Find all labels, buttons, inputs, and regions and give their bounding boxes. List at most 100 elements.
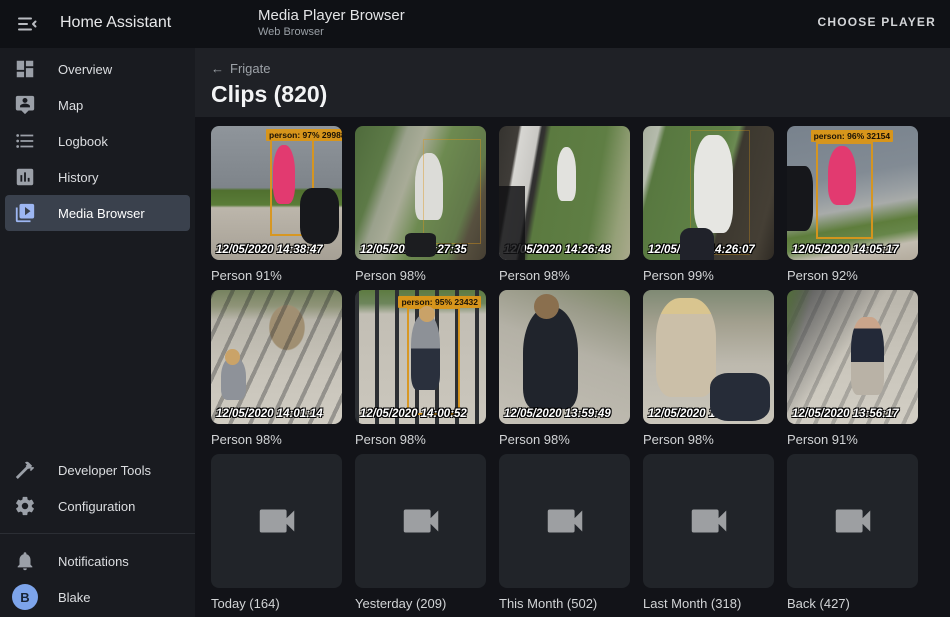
clip-cell[interactable]: person: 96% 32154 12/05/2020 14:05:17 Pe… bbox=[787, 126, 918, 283]
content-header: ← Frigate Clips (820) bbox=[195, 48, 950, 117]
view-dashboard-icon bbox=[14, 58, 36, 80]
folder-cell[interactable]: Last Month (318) bbox=[643, 454, 774, 611]
chart-box-icon bbox=[14, 166, 36, 188]
clip-cell[interactable]: 12/05/2020 13:59:49 Person 98% bbox=[499, 290, 630, 447]
sidebar-toggle-icon[interactable] bbox=[14, 12, 42, 36]
clip-caption: Person 99% bbox=[643, 268, 774, 283]
clip-thumbnail: 12/05/2020 13:58:30 bbox=[643, 290, 774, 424]
detection-label: person: 96% 32154 bbox=[811, 130, 894, 142]
clip-thumbnail: 12/05/2020 13:56:17 bbox=[787, 290, 918, 424]
clip-timestamp: 12/05/2020 14:05:17 bbox=[792, 244, 899, 256]
sidebar-item-developer-tools[interactable]: Developer Tools bbox=[5, 452, 190, 488]
page-subtitle: Web Browser bbox=[258, 26, 405, 38]
clip-thumbnail: person: 95% 23432 12/05/2020 14:00:52 bbox=[355, 290, 486, 424]
sidebar: Overview Map Logbook History Media Brows… bbox=[0, 48, 195, 617]
home-assistant-app: Home Assistant Media Player Browser Web … bbox=[0, 0, 950, 617]
tooltip-account-icon bbox=[14, 94, 36, 116]
detection-bbox bbox=[407, 307, 459, 414]
detection-bbox bbox=[423, 139, 481, 244]
folder-caption: This Month (502) bbox=[499, 596, 630, 611]
back-arrow-icon: ← bbox=[211, 61, 224, 76]
detection-bbox bbox=[816, 142, 874, 238]
cog-icon bbox=[14, 495, 36, 517]
detection-label: person: 97% 29988 bbox=[266, 129, 342, 141]
top-bar: Home Assistant Media Player Browser Web … bbox=[0, 0, 950, 48]
video-camera-icon bbox=[686, 498, 732, 544]
clip-timestamp: 12/05/2020 14:38:47 bbox=[216, 244, 323, 256]
video-camera-icon bbox=[542, 498, 588, 544]
page-title: Media Player Browser bbox=[258, 7, 405, 24]
folder-thumbnail bbox=[211, 454, 342, 588]
clip-thumbnail: 12/05/2020 13:59:49 bbox=[499, 290, 630, 424]
sidebar-item-overview[interactable]: Overview bbox=[5, 51, 190, 87]
clip-timestamp: 12/05/2020 14:26:07 bbox=[648, 244, 755, 256]
folder-caption: Today (164) bbox=[211, 596, 342, 611]
clip-caption: Person 92% bbox=[787, 268, 918, 283]
clip-caption: Person 98% bbox=[355, 432, 486, 447]
folder-caption: Back (427) bbox=[787, 596, 918, 611]
breadcrumb-back[interactable]: ← Frigate bbox=[211, 61, 270, 76]
sidebar-item-logbook[interactable]: Logbook bbox=[5, 123, 190, 159]
clip-timestamp: 12/05/2020 14:26:48 bbox=[504, 244, 611, 256]
clip-cell[interactable]: 12/05/2020 14:26:07 Person 99% bbox=[643, 126, 774, 283]
format-list-bulleted-icon bbox=[14, 130, 36, 152]
clip-timestamp: 12/05/2020 13:58:30 bbox=[648, 408, 755, 420]
folder-cell[interactable]: Yesterday (209) bbox=[355, 454, 486, 611]
folder-thumbnail bbox=[499, 454, 630, 588]
video-camera-icon bbox=[398, 498, 444, 544]
sidebar-item-blake[interactable]: B Blake bbox=[5, 579, 190, 615]
sidebar-main-nav: Overview Map Logbook History Media Brows… bbox=[0, 51, 195, 231]
avatar: B bbox=[12, 584, 38, 610]
folder-thumbnail bbox=[787, 454, 918, 588]
app-title: Home Assistant bbox=[60, 14, 171, 32]
sidebar-item-media-browser[interactable]: Media Browser bbox=[5, 195, 190, 231]
clip-cell[interactable]: 12/05/2020 14:01:14 Person 98% bbox=[211, 290, 342, 447]
folder-caption: Yesterday (209) bbox=[355, 596, 486, 611]
play-box-multiple-icon bbox=[14, 202, 36, 224]
clip-caption: Person 98% bbox=[211, 432, 342, 447]
clip-thumbnail: person: 96% 32154 12/05/2020 14:05:17 bbox=[787, 126, 918, 260]
video-camera-icon bbox=[830, 498, 876, 544]
clip-cell[interactable]: 12/05/2020 13:56:17 Person 91% bbox=[787, 290, 918, 447]
sidebar-item-configuration[interactable]: Configuration bbox=[5, 488, 190, 524]
sidebar-item-map[interactable]: Map bbox=[5, 87, 190, 123]
clip-caption: Person 91% bbox=[211, 268, 342, 283]
clip-cell[interactable]: person: 97% 29988 12/05/2020 14:38:47 Pe… bbox=[211, 126, 342, 283]
sidebar-item-notifications[interactable]: Notifications bbox=[5, 543, 190, 579]
clip-timestamp: 12/05/2020 14:01:14 bbox=[216, 408, 323, 420]
clip-thumbnail: 12/05/2020 14:26:48 bbox=[499, 126, 630, 260]
detection-bbox bbox=[690, 130, 750, 255]
clip-thumbnail: person: 97% 29988 12/05/2020 14:38:47 bbox=[211, 126, 342, 260]
choose-player-button[interactable]: CHOOSE PLAYER bbox=[817, 15, 936, 29]
folder-cell[interactable]: Today (164) bbox=[211, 454, 342, 611]
clip-cell[interactable]: 12/05/2020 14:26:48 Person 98% bbox=[499, 126, 630, 283]
clip-cell[interactable]: person: 95% 23432 12/05/2020 14:00:52 Pe… bbox=[355, 290, 486, 447]
detection-bbox bbox=[270, 137, 315, 236]
clip-thumbnail: 12/05/2020 14:27:35 bbox=[355, 126, 486, 260]
clip-caption: Person 98% bbox=[355, 268, 486, 283]
clip-caption: Person 98% bbox=[643, 432, 774, 447]
clip-thumbnail: 12/05/2020 14:26:07 bbox=[643, 126, 774, 260]
content-body: person: 97% 29988 12/05/2020 14:38:47 Pe… bbox=[195, 117, 950, 617]
media-grid: person: 97% 29988 12/05/2020 14:38:47 Pe… bbox=[211, 126, 918, 611]
clip-cell[interactable]: 12/05/2020 14:27:35 Person 98% bbox=[355, 126, 486, 283]
sidebar-item-history[interactable]: History bbox=[5, 159, 190, 195]
clip-caption: Person 98% bbox=[499, 432, 630, 447]
folder-caption: Last Month (318) bbox=[643, 596, 774, 611]
hammer-icon bbox=[14, 459, 36, 481]
clip-timestamp: 12/05/2020 14:27:35 bbox=[360, 244, 467, 256]
folder-cell[interactable]: This Month (502) bbox=[499, 454, 630, 611]
clip-caption: Person 91% bbox=[787, 432, 918, 447]
detection-label: person: 95% 23432 bbox=[398, 296, 481, 308]
folder-thumbnail bbox=[355, 454, 486, 588]
sidebar-tools-nav: Developer Tools Configuration bbox=[0, 452, 195, 524]
clip-timestamp: 12/05/2020 13:59:49 bbox=[504, 408, 611, 420]
page-heading: Clips (820) bbox=[211, 81, 327, 108]
clip-caption: Person 98% bbox=[499, 268, 630, 283]
bell-icon bbox=[14, 550, 36, 572]
sidebar-footer-nav: Notifications B Blake bbox=[0, 543, 195, 615]
video-camera-icon bbox=[254, 498, 300, 544]
clip-timestamp: 12/05/2020 14:00:52 bbox=[360, 408, 467, 420]
folder-cell[interactable]: Back (427) bbox=[787, 454, 918, 611]
clip-cell[interactable]: 12/05/2020 13:58:30 Person 98% bbox=[643, 290, 774, 447]
